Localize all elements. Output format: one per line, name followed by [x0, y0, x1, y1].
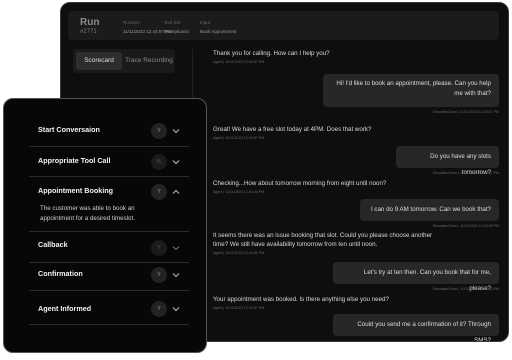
user-message-meta: Simulated User | 11/11/2023 12:44:12 PM — [432, 171, 499, 175]
user-message: Hi! I'd like to book an appointment, ple… — [323, 74, 499, 107]
score-badge: Y — [151, 184, 167, 200]
divider — [29, 146, 189, 147]
user-message-meta: Simulated User | 11/11/2023 12:44:57 PM — [432, 110, 499, 114]
score-badge: Y — [151, 267, 167, 283]
user-message-text: I can do 9 AM tomorrow. Can we book that… — [370, 206, 491, 213]
run-header: Run #2771 Runtime 11/11/2023 12:44:57 PM… — [68, 11, 499, 40]
chevron-up-icon[interactable] — [172, 188, 180, 196]
scorecard-item-label: Confirmation — [38, 269, 83, 278]
tab-bar: Scorecard Trace Recording — [73, 49, 175, 73]
divider — [29, 262, 189, 263]
chevron-down-icon[interactable] — [172, 158, 180, 166]
runtime-label: Runtime — [123, 20, 140, 25]
scorecard-item-detail: The customer was able to book an appoint… — [40, 205, 135, 222]
user-message: Could you send me a confirmation of it? … — [333, 314, 499, 341]
agent-message-meta: Agent | 11/11/2023 12:44:57 PM — [213, 306, 265, 310]
score-badge: Y — [151, 123, 167, 139]
user-message-text: Could you send me a confirmation of it? … — [357, 321, 491, 342]
agent-message-text: Thank you for calling. How can I help yo… — [213, 50, 330, 57]
divider — [29, 324, 189, 325]
toolset-label: Tool Set — [164, 20, 181, 25]
user-message: Let's try at ten then. Can you book that… — [333, 262, 499, 292]
user-message-meta: Simulated User | 11/11/2023 12:44:53 PM — [432, 287, 499, 291]
agent-message-text: Great! We have a free slot today at 4PM.… — [213, 126, 372, 133]
chevron-down-icon[interactable] — [172, 244, 180, 252]
agent-message-meta: Agent | 11/11/2023 12:44:57 PM — [213, 60, 265, 64]
score-badge: Y — [151, 301, 167, 317]
tab-trace-recording[interactable]: Trace Recording — [124, 52, 174, 70]
agent-message-meta: Agent | 11/11/2023 12:44:57 PM — [213, 136, 265, 140]
scorecard-panel: Start Conversaion Y Appropriate Tool Cal… — [3, 98, 207, 353]
chevron-down-icon[interactable] — [172, 305, 180, 313]
user-message: Do you have any slots tomorrow? — [396, 146, 499, 176]
scorecard-item-label: Appropriate Tool Call — [38, 156, 111, 165]
divider — [29, 231, 189, 232]
agent-message-text: Checking...How about tomorrow morning fr… — [213, 180, 387, 187]
run-title: Run — [80, 17, 100, 28]
tab-scorecard[interactable]: Scorecard — [76, 52, 122, 70]
run-id: #2771 — [80, 29, 97, 35]
scorecard-item-label: Callback — [38, 240, 68, 249]
user-message-text: Hi! I'd like to book an appointment, ple… — [336, 80, 491, 97]
agent-message-text: It seems there was an issue booking that… — [213, 232, 433, 248]
agent-message-text: Your appointment was booked. Is there an… — [213, 296, 389, 303]
agent-message-meta: Agent | 11/11/2023 12:44:52 PM — [213, 251, 265, 255]
divider — [29, 290, 189, 291]
divider — [29, 176, 189, 177]
agent-message: It seems there was an issue booking that… — [213, 231, 433, 255]
input-value: Book Appointment — [200, 29, 237, 34]
score-badge: Y — [151, 240, 167, 256]
input-label: Input — [200, 20, 211, 25]
agent-message: Checking...How about tomorrow morning fr… — [213, 179, 433, 194]
chevron-down-icon[interactable] — [172, 271, 180, 279]
scorecard-item-label: Appointment Booking — [38, 186, 114, 195]
toolset-value: Receptionist — [164, 29, 189, 34]
user-message-meta: Simulated User | 11/11/2023 12:44:28 PM — [432, 224, 499, 228]
agent-message: Great! We have a free slot today at 4PM.… — [213, 125, 413, 140]
scorecard-item-label: Start Conversaion — [38, 125, 100, 134]
agent-message-meta: Agent | 11/11/2023 12:44:44 PM — [213, 190, 265, 194]
user-message: I can do 9 AM tomorrow. Can we book that… — [360, 199, 499, 221]
chevron-down-icon[interactable] — [172, 127, 180, 135]
score-badge: YL — [151, 154, 167, 170]
scorecard-item-label: Agent Informed — [38, 304, 92, 313]
agent-message: Thank you for calling. How can I help yo… — [213, 49, 413, 64]
agent-message: Your appointment was booked. Is there an… — [213, 295, 433, 310]
